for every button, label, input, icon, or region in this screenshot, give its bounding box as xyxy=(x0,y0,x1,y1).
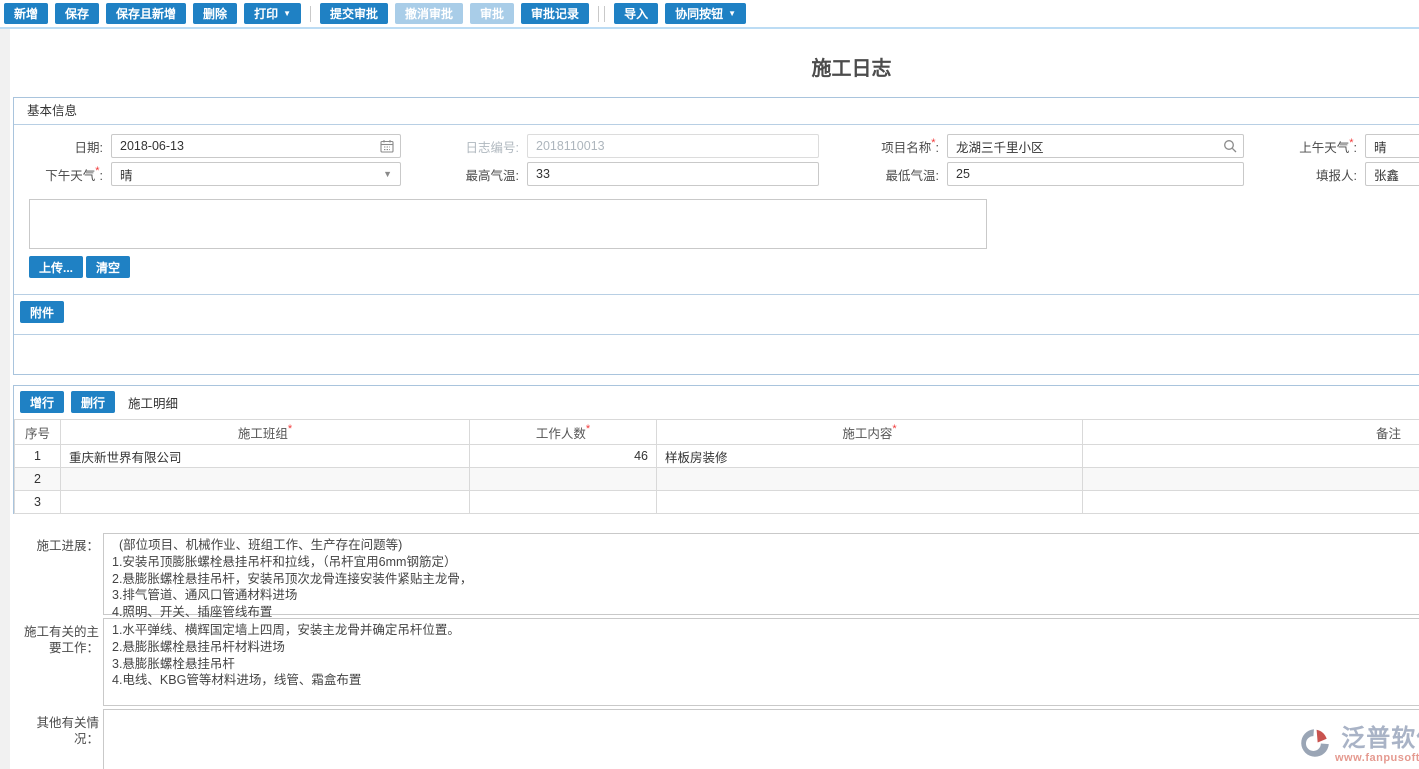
construction-detail-section: 增行 删行 施工明细 序号 施工班组* 工作人数* 施工内容* 备注 1 重庆新… xyxy=(13,385,1419,514)
fanpu-logo-icon xyxy=(1297,726,1333,760)
form-page: 施工日志 基本信息 日期: 日志编号: 项目名称*: xyxy=(10,29,1419,769)
cell-content[interactable] xyxy=(657,491,1083,514)
col-header-team: 施工班组* xyxy=(61,420,470,445)
cell-team[interactable]: 重庆新世界有限公司 xyxy=(61,445,470,468)
clear-button[interactable]: 清空 xyxy=(86,256,130,278)
approve-button: 审批 xyxy=(470,3,514,24)
cell-content[interactable] xyxy=(657,468,1083,491)
new-button[interactable]: 新增 xyxy=(4,3,48,24)
col-header-remark: 备注 xyxy=(1083,420,1419,445)
date-input[interactable] xyxy=(111,134,401,158)
max-temp-input[interactable] xyxy=(527,162,819,186)
approval-records-button[interactable]: 审批记录 xyxy=(521,3,589,24)
cell-no: 2 xyxy=(15,468,61,491)
date-label: 日期: xyxy=(14,137,111,156)
cell-workers[interactable] xyxy=(470,491,657,514)
chevron-down-icon: ▼ xyxy=(728,10,736,18)
toolbar-separator xyxy=(604,6,605,22)
table-header-row: 序号 施工班组* 工作人数* 施工内容* 备注 xyxy=(15,420,1419,445)
log-no-input xyxy=(527,134,819,158)
table-row[interactable]: 1 重庆新世界有限公司 46 样板房装修 xyxy=(15,445,1419,468)
submit-approval-button[interactable]: 提交审批 xyxy=(320,3,388,24)
cell-remark[interactable] xyxy=(1083,445,1419,468)
delete-button[interactable]: 删除 xyxy=(193,3,237,24)
basic-info-section-title: 基本信息 xyxy=(14,98,1419,125)
add-row-button[interactable]: 增行 xyxy=(20,391,64,413)
project-name-input[interactable] xyxy=(947,134,1244,158)
cell-team[interactable] xyxy=(61,491,470,514)
calendar-icon[interactable] xyxy=(380,139,394,153)
basic-info-section: 基本信息 日期: 日志编号: 项目名称*: 上午天气*: xyxy=(13,97,1419,375)
project-name-label: 项目名称*: xyxy=(819,137,947,156)
upload-button[interactable]: 上传... xyxy=(29,256,83,278)
col-header-content: 施工内容* xyxy=(657,420,1083,445)
table-row[interactable]: 2 xyxy=(15,468,1419,491)
cell-no: 3 xyxy=(15,491,61,514)
description-textarea[interactable] xyxy=(29,199,987,249)
toolbar-separator xyxy=(598,6,599,22)
collaboration-button[interactable]: 协同按钮▼ xyxy=(665,3,746,24)
cell-workers[interactable]: 46 xyxy=(470,445,657,468)
cell-team[interactable] xyxy=(61,468,470,491)
delete-row-button[interactable]: 删行 xyxy=(71,391,115,413)
chevron-down-icon: ▼ xyxy=(283,10,291,18)
construction-detail-table: 序号 施工班组* 工作人数* 施工内容* 备注 1 重庆新世界有限公司 46 样… xyxy=(14,419,1419,514)
am-weather-input[interactable] xyxy=(1365,134,1419,158)
vendor-brand-name: 泛普软件 xyxy=(1341,726,1419,752)
main-work-textarea[interactable]: 1.水平弹线、横辉国定墙上四周，安装主龙骨并确定吊杆位置。 2.悬膨胀螺栓悬挂吊… xyxy=(103,618,1419,706)
col-header-no: 序号 xyxy=(15,420,61,445)
vendor-watermark: 泛普软件 www.fanpusoft.com xyxy=(1297,726,1419,764)
reporter-label: 填报人: xyxy=(1244,165,1365,184)
progress-textarea[interactable]: (部位项目、机械作业、班组工作、生产存在问题等) 1.安装吊顶膨胀螺栓悬挂吊杆和… xyxy=(103,533,1419,615)
toolbar-separator xyxy=(310,6,311,22)
toolbar: 新增 保存 保存且新增 删除 打印▼ 提交审批 撤消审批 审批 审批记录 导入 … xyxy=(0,0,1419,29)
cell-remark[interactable] xyxy=(1083,468,1419,491)
cell-workers[interactable] xyxy=(470,468,657,491)
save-button[interactable]: 保存 xyxy=(55,3,99,24)
pm-weather-label: 下午天气*: xyxy=(14,165,111,184)
other-info-label: 其他有关情况： xyxy=(13,715,99,747)
chevron-down-icon: ▼ xyxy=(383,169,392,179)
progress-label: 施工进展： xyxy=(13,538,99,554)
section-divider xyxy=(14,294,1419,295)
attachment-list-area xyxy=(14,335,1419,375)
min-temp-input[interactable] xyxy=(947,162,1244,186)
save-and-new-button[interactable]: 保存且新增 xyxy=(106,3,186,24)
am-weather-label: 上午天气*: xyxy=(1244,137,1365,156)
max-temp-label: 最高气温: xyxy=(401,165,527,184)
cancel-approval-button: 撤消审批 xyxy=(395,3,463,24)
import-button[interactable]: 导入 xyxy=(614,3,658,24)
cell-content[interactable]: 样板房装修 xyxy=(657,445,1083,468)
attachment-button[interactable]: 附件 xyxy=(20,301,64,323)
cell-remark[interactable] xyxy=(1083,491,1419,514)
vendor-url: www.fanpusoft.com xyxy=(1335,752,1419,764)
field-row-1: 日期: 日志编号: 项目名称*: 上午天气*: xyxy=(14,134,1419,158)
page-title: 施工日志 xyxy=(10,52,1419,81)
reporter-input[interactable] xyxy=(1365,162,1419,186)
col-header-workers: 工作人数* xyxy=(470,420,657,445)
main-work-label: 施工有关的主要工作： xyxy=(13,624,99,656)
cell-no: 1 xyxy=(15,445,61,468)
pm-weather-select[interactable]: 晴 ▼ xyxy=(111,162,401,186)
table-row[interactable]: 3 xyxy=(15,491,1419,514)
detail-toolbar: 增行 删行 施工明细 xyxy=(20,391,178,413)
search-icon[interactable] xyxy=(1223,139,1237,153)
detail-section-title: 施工明细 xyxy=(128,393,178,412)
log-no-label: 日志编号: xyxy=(401,137,527,156)
field-row-2: 下午天气*: 晴 ▼ 最高气温: 最低气温: 填报人: xyxy=(14,162,1419,186)
print-button[interactable]: 打印▼ xyxy=(244,3,301,24)
min-temp-label: 最低气温: xyxy=(819,165,947,184)
other-info-textarea[interactable] xyxy=(103,709,1419,769)
